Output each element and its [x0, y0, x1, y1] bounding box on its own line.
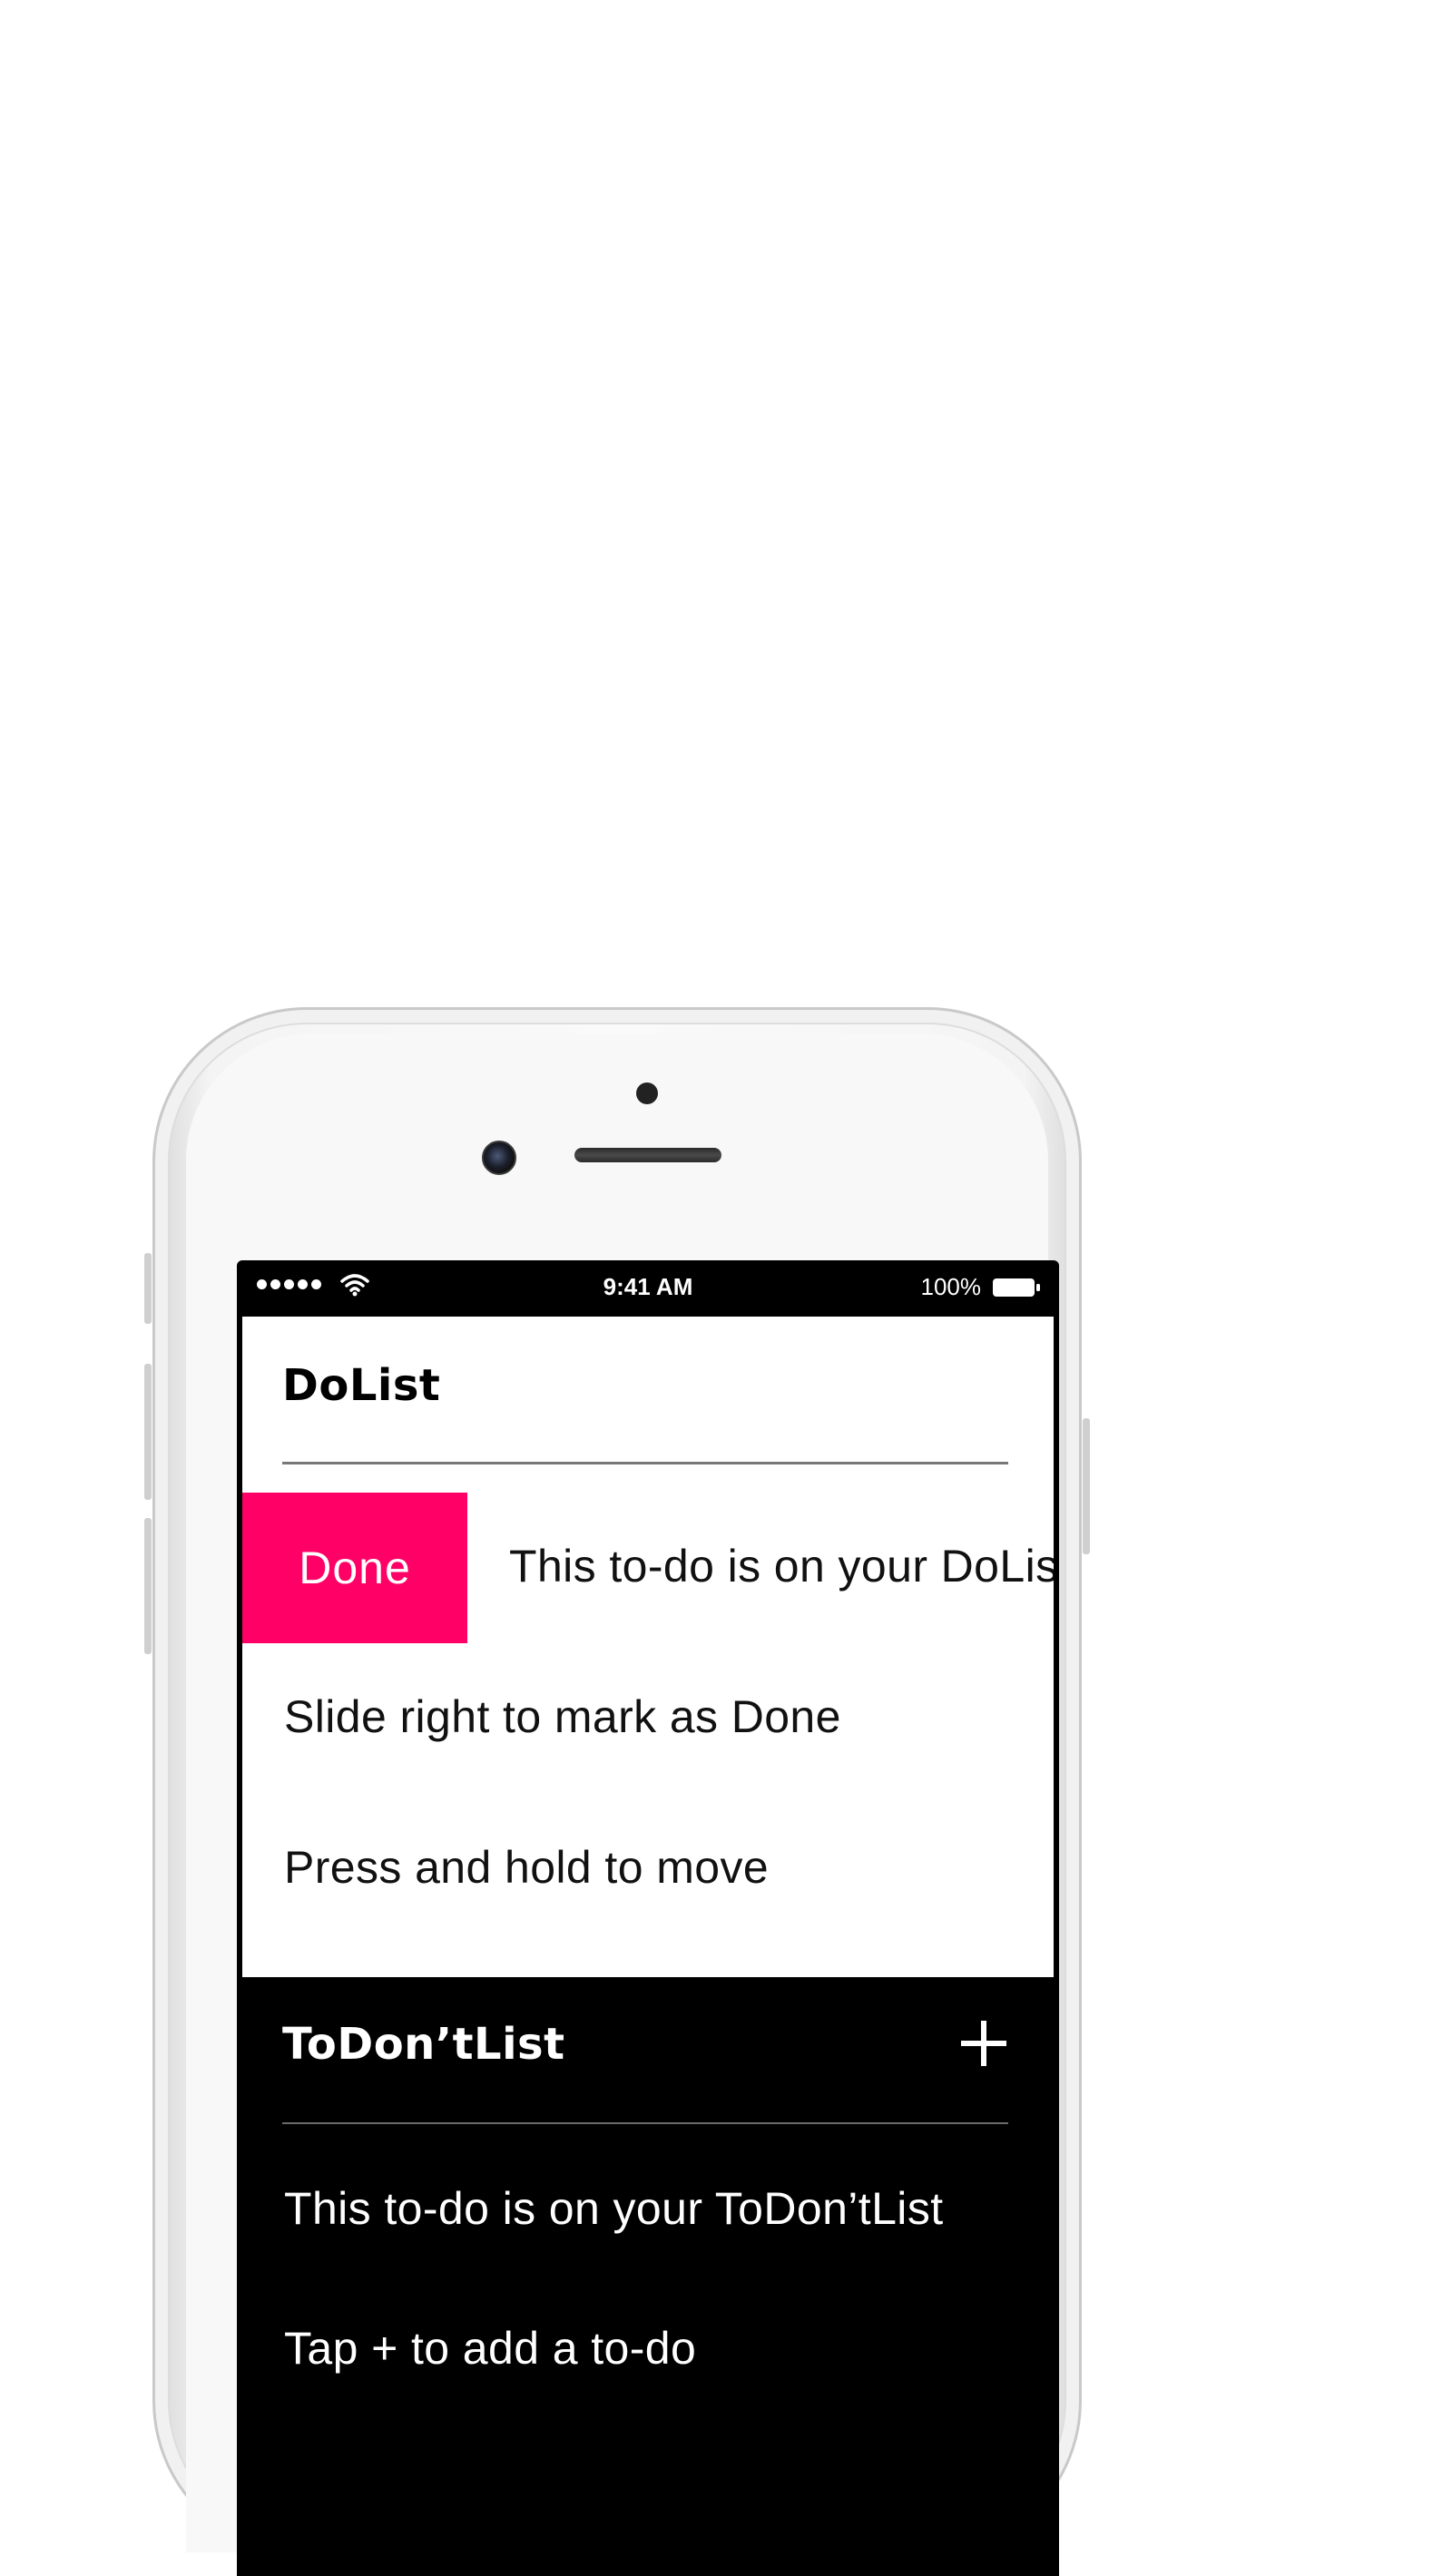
dolist-section: DoList Done This to-do is on your DoList… — [242, 1317, 1054, 1977]
todontlist-item[interactable]: This to-do is on your ToDon’tList — [284, 2182, 944, 2235]
dolist-divider — [282, 1462, 1008, 1464]
dolist-item[interactable]: This to-do is on your DoList — [509, 1540, 1054, 1592]
plus-icon[interactable] — [961, 2021, 1006, 2066]
todontlist-item[interactable]: Tap + to add a to-do — [284, 2322, 696, 2375]
earpiece-speaker — [574, 1148, 721, 1162]
app-screen: 9:41 AM 100% DoList Done This to-do is o… — [237, 1260, 1059, 2576]
phone-frame: 9:41 AM 100% DoList Done This to-do is o… — [144, 1007, 1090, 2576]
dolist-item[interactable]: Press and hold to move — [284, 1841, 769, 1894]
todontlist-section: ToDon’tList This to-do is on your ToDon’… — [242, 1977, 1054, 2576]
dolist-title: DoList — [282, 1360, 441, 1411]
status-bar: 9:41 AM 100% — [237, 1260, 1059, 1315]
todontlist-divider — [282, 2122, 1008, 2124]
battery-icon — [993, 1278, 1040, 1297]
volume-up-button — [144, 1364, 152, 1500]
phone-face: 9:41 AM 100% DoList Done This to-do is o… — [186, 1033, 1059, 2576]
front-camera — [482, 1141, 516, 1175]
proximity-sensor — [636, 1082, 658, 1104]
mute-switch — [144, 1253, 152, 1324]
battery-percentage: 100% — [920, 1273, 982, 1300]
done-button[interactable]: Done — [242, 1493, 467, 1643]
volume-down-button — [144, 1518, 152, 1654]
todontlist-title: ToDon’tList — [282, 2019, 565, 2070]
dolist-item[interactable]: Slide right to mark as Done — [284, 1690, 841, 1743]
power-button — [1083, 1418, 1090, 1554]
